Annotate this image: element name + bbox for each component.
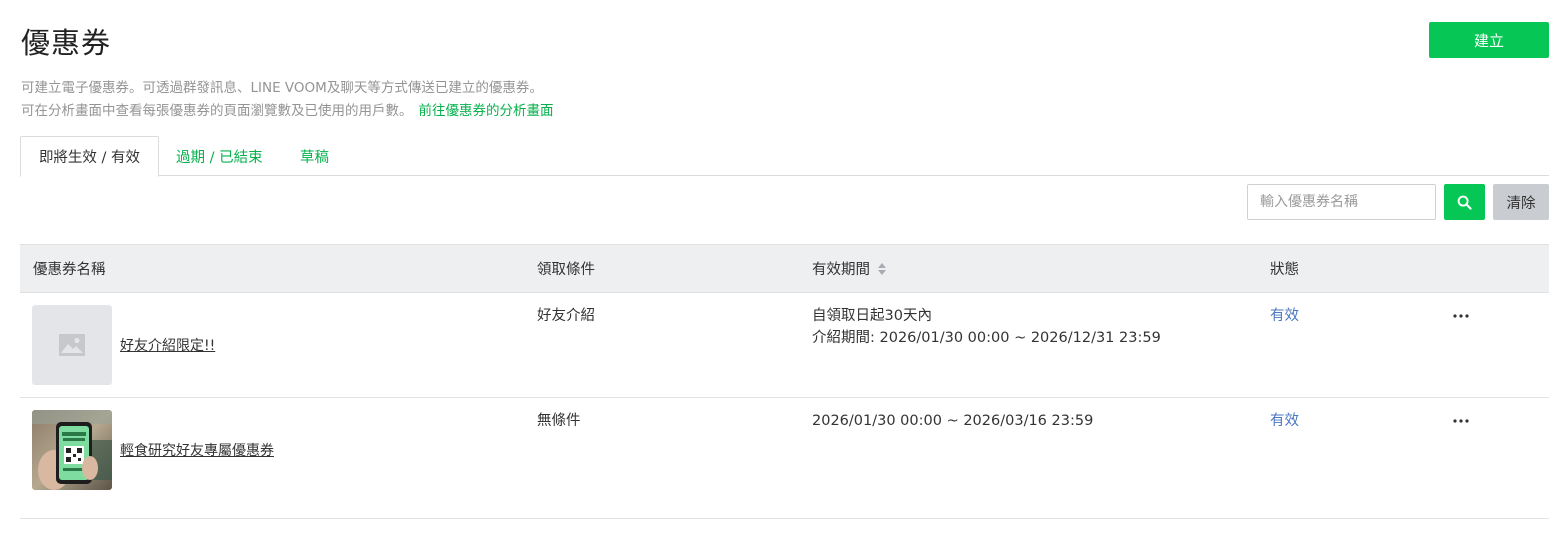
tab-expired-ended[interactable]: 過期 / 已結束	[176, 136, 263, 176]
search-input[interactable]	[1247, 184, 1436, 220]
description-line-1: 可建立電子優惠券。可透過群發訊息、LINE VOOM及聊天等方式傳送已建立的優惠…	[21, 80, 543, 96]
coupon-condition: 無條件	[537, 413, 581, 429]
coupon-period: 自領取日起30天內 介紹期間: 2026/01/30 00:00 ~ 2026/…	[812, 305, 1161, 349]
more-dots-icon	[1453, 419, 1469, 423]
more-dots-icon	[1453, 314, 1469, 318]
column-header-condition: 領取條件	[537, 262, 595, 278]
coupon-name-link[interactable]: 輕食研究好友專屬優惠券	[120, 440, 274, 460]
sort-icon[interactable]	[878, 262, 886, 275]
more-options-button[interactable]	[1450, 305, 1472, 327]
tab-active-valid[interactable]: 即將生效 / 有效	[20, 136, 159, 177]
clear-button[interactable]: 清除	[1493, 184, 1549, 220]
create-button[interactable]: 建立	[1429, 22, 1549, 58]
tab-draft[interactable]: 草稿	[300, 136, 329, 176]
search-icon	[1457, 195, 1472, 210]
column-header-name: 優惠券名稱	[33, 262, 106, 278]
coupon-status-link[interactable]: 有效	[1270, 410, 1299, 432]
column-header-status: 狀態	[1270, 262, 1299, 278]
page-title: 優惠券	[21, 26, 112, 60]
coupon-period-line-1: 2026/01/30 00:00 ~ 2026/03/16 23:59	[812, 413, 1094, 429]
coupon-condition: 好友介紹	[537, 308, 595, 324]
coupon-period: 2026/01/30 00:00 ~ 2026/03/16 23:59	[812, 410, 1093, 432]
more-options-button[interactable]	[1450, 410, 1472, 432]
table-header: 優惠券名稱 領取條件 有效期間 狀態	[20, 244, 1549, 293]
tab-bar: 即將生效 / 有效 過期 / 已結束 草稿	[20, 136, 1549, 177]
description-text: 可在分析畫面中查看每張優惠券的頁面瀏覽數及已使用的用戶數。	[21, 103, 413, 119]
analytics-link[interactable]: 前往優惠券的分析畫面	[419, 103, 554, 119]
search-button[interactable]	[1444, 184, 1485, 220]
table-row: 輕食研究好友專屬優惠券 無條件 2026/01/30 00:00 ~ 2026/…	[20, 398, 1549, 519]
coupon-thumbnail[interactable]	[32, 410, 112, 490]
description-line-2: 可在分析畫面中查看每張優惠券的頁面瀏覽數及已使用的用戶數。 前往優惠券的分析畫面	[21, 99, 554, 119]
coupon-name-link[interactable]: 好友介紹限定!!	[120, 335, 215, 355]
column-header-period-label: 有效期間	[812, 262, 870, 278]
coupon-status-link[interactable]: 有效	[1270, 305, 1299, 327]
placeholder-image-icon	[59, 334, 85, 356]
coupon-period-line-2: 介紹期間: 2026/01/30 00:00 ~ 2026/12/31 23:5…	[812, 330, 1161, 346]
coupon-thumbnail[interactable]	[32, 305, 112, 385]
table-row: 好友介紹限定!! 好友介紹 自領取日起30天內 介紹期間: 2026/01/30…	[20, 293, 1549, 398]
coupon-period-line-1: 自領取日起30天內	[812, 308, 932, 324]
column-header-period[interactable]: 有效期間	[812, 245, 886, 292]
coupon-photo	[32, 410, 112, 490]
